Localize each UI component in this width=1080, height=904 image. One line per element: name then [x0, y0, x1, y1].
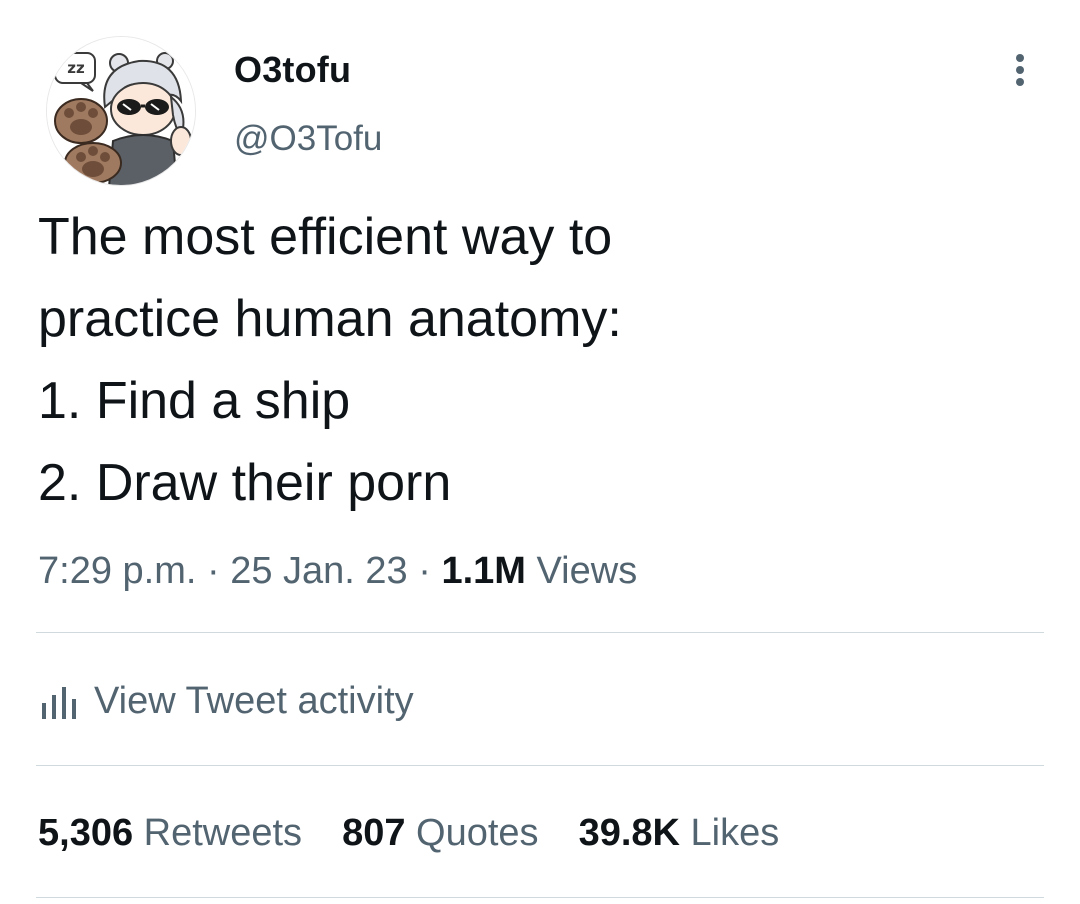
author-handle[interactable]: @O3Tofu	[234, 116, 382, 162]
tweet-stats: 5,306 Retweets 807 Quotes 39.8K Likes	[38, 806, 819, 860]
divider	[36, 897, 1044, 898]
tweet-text-line: practice human anatomy:	[38, 290, 622, 348]
retweets-count: 5,306	[38, 812, 134, 854]
likes-stat[interactable]: 39.8K Likes	[579, 806, 780, 860]
divider	[36, 765, 1044, 766]
retweets-stat[interactable]: 5,306 Retweets	[38, 806, 302, 860]
retweets-label: Retweets	[143, 812, 303, 854]
view-tweet-activity-link[interactable]: View Tweet activity	[38, 676, 414, 726]
author-display-name[interactable]: O3tofu	[234, 46, 351, 94]
tweet-text-line: 2. Draw their porn	[38, 454, 452, 512]
meta-separator: ·	[206, 550, 220, 592]
quotes-count: 807	[342, 812, 406, 854]
divider	[36, 632, 1044, 633]
quotes-label: Quotes	[416, 812, 539, 854]
tweet-meta: 7:29 p.m. · 25 Jan. 23 · 1.1M Views	[38, 546, 637, 596]
views-count: 1.1M	[441, 550, 526, 592]
tweet-time[interactable]: 7:29 p.m.	[38, 550, 196, 592]
tweet-text-line: The most efficient way to	[38, 208, 613, 266]
view-tweet-activity-label: View Tweet activity	[94, 680, 414, 722]
more-vertical-icon	[1016, 54, 1024, 86]
meta-separator: ·	[418, 550, 431, 592]
likes-count: 39.8K	[578, 812, 680, 854]
tweet-text: The most efficient way to practice human…	[38, 196, 1038, 524]
avatar-sleep-badge: zz	[67, 59, 85, 77]
tweet-date[interactable]: 25 Jan. 23	[230, 550, 407, 592]
bar-chart-icon	[42, 687, 76, 719]
tweet-text-line: 1. Find a ship	[38, 372, 351, 430]
likes-label: Likes	[690, 812, 780, 854]
views-label: Views	[536, 550, 638, 592]
more-options-button[interactable]	[996, 46, 1044, 94]
quotes-stat[interactable]: 807 Quotes	[342, 806, 539, 860]
